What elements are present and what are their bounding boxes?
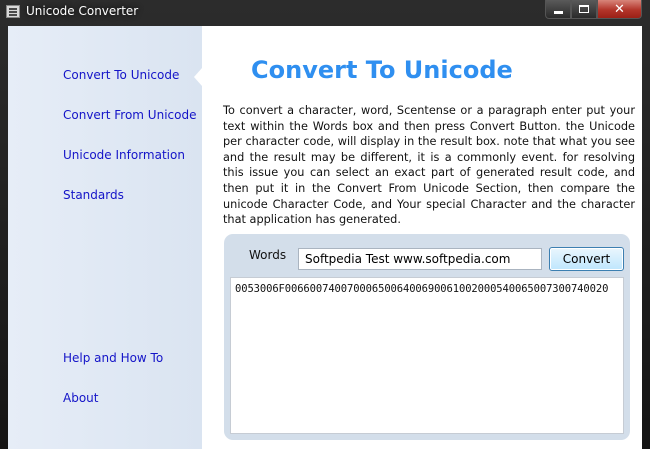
maximize-icon [579,5,589,13]
minimize-icon [553,11,563,14]
sidebar-item-unicode-information[interactable]: Unicode Information [63,148,185,162]
minimize-button[interactable] [545,0,571,19]
title-bar[interactable]: Unicode Converter ✕ [0,0,650,26]
sidebar-item-about[interactable]: About [63,391,98,405]
sidebar-item-help-and-how-to[interactable]: Help and How To [63,351,163,365]
result-box[interactable]: 0053006F00660074007000650064006900610020… [230,277,624,434]
client-area: Convert To Unicode Convert From Unicode … [8,26,642,449]
app-icon [6,5,20,18]
page-title: Convert To Unicode [251,56,513,84]
window-title: Unicode Converter [26,4,139,18]
convert-button[interactable]: Convert [549,247,624,271]
main-content: Convert To Unicode To convert a characte… [202,26,642,449]
sidebar: Convert To Unicode Convert From Unicode … [8,26,202,449]
converter-panel: Words Convert 0053006F006600740070006500… [224,234,630,440]
sidebar-item-convert-from-unicode[interactable]: Convert From Unicode [63,108,196,122]
sidebar-item-convert-to-unicode[interactable]: Convert To Unicode [63,68,179,82]
words-label: Words [249,248,287,262]
sidebar-item-standards[interactable]: Standards [63,188,124,202]
maximize-button[interactable] [571,0,597,19]
close-icon: ✕ [614,1,625,17]
close-button[interactable]: ✕ [597,0,642,19]
app-window: Unicode Converter ✕ Convert To Unicode C… [0,0,650,449]
words-input[interactable] [298,248,542,270]
instructions-text: To convert a character, word, Scentense … [223,104,635,227]
